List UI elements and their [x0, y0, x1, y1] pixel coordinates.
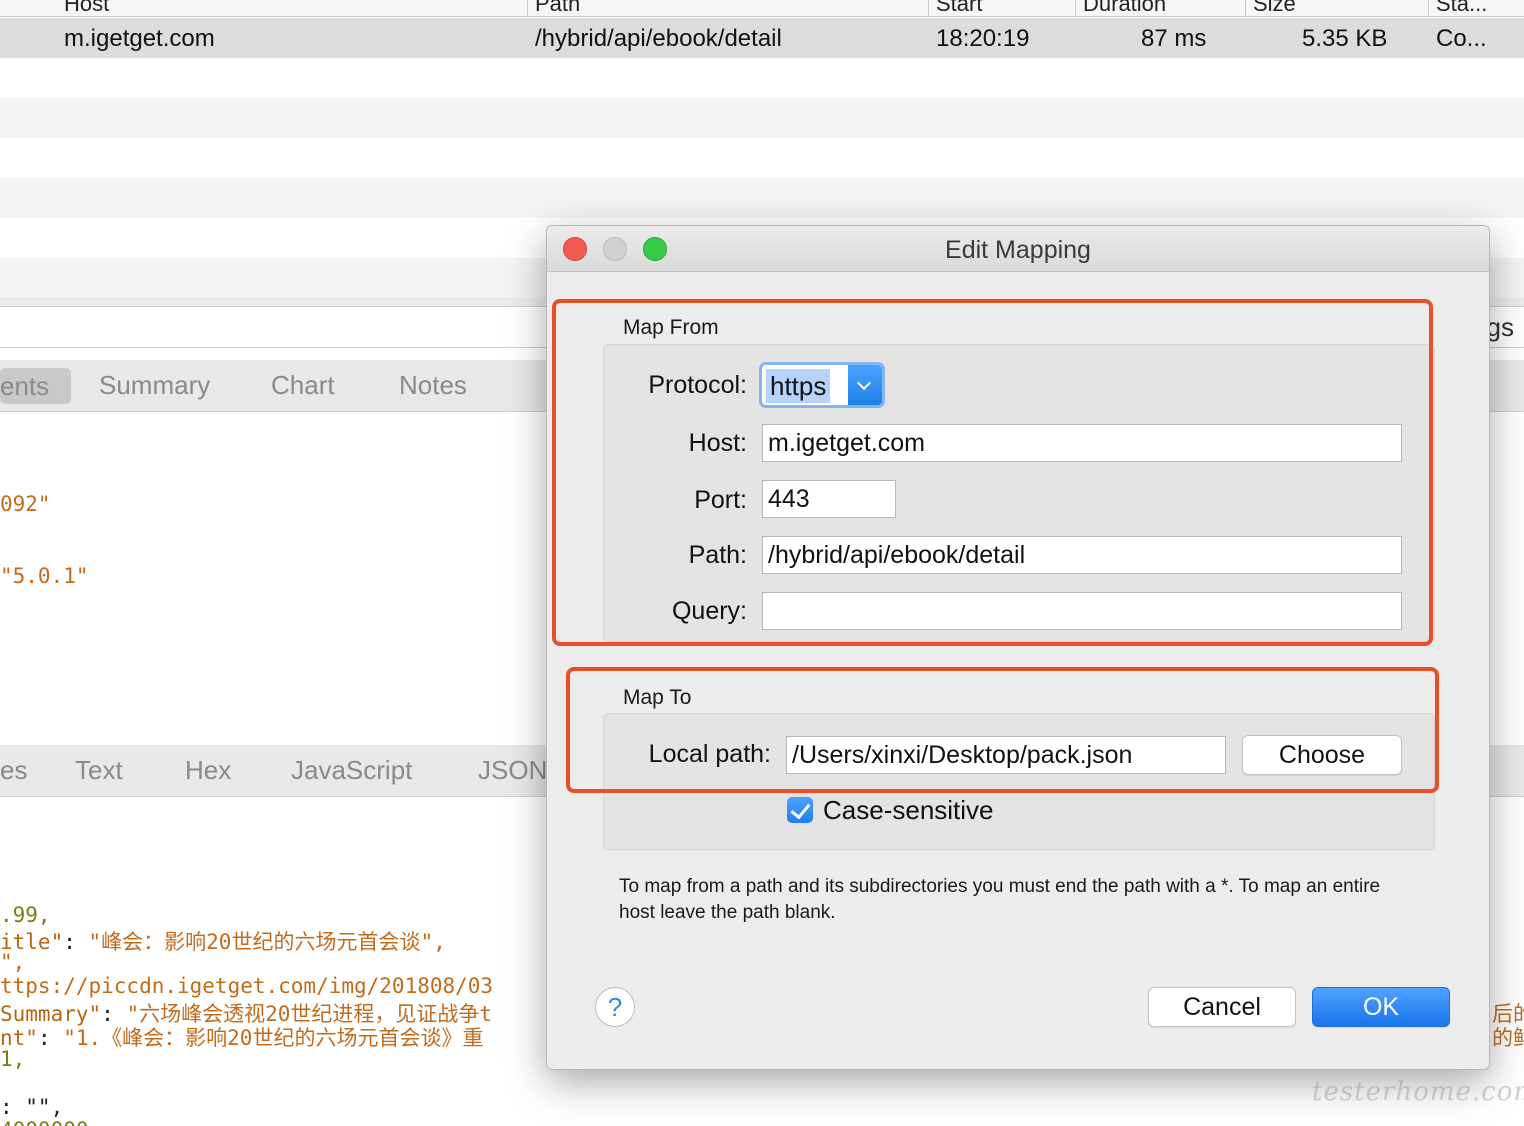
col-header-duration[interactable]: Duration: [1083, 0, 1166, 16]
code-line: 092": [0, 492, 51, 516]
help-button[interactable]: ?: [595, 987, 635, 1027]
code-line: itle": "峰会：影响20世纪的六场元首会谈",: [0, 930, 446, 954]
cell-size: 5.35 KB: [1302, 25, 1388, 52]
column-separator[interactable]: [527, 0, 528, 16]
col-header-start[interactable]: Start: [936, 0, 982, 16]
table-row[interactable]: [0, 178, 1524, 218]
code-line: ttps://piccdn.igetget.com/img/201808/03: [0, 974, 494, 998]
code-line: : "",: [0, 1095, 64, 1119]
settings-fragment: gs: [1486, 312, 1514, 342]
col-header-host[interactable]: Host: [64, 0, 109, 16]
dialog-titlebar[interactable]: Edit Mapping: [547, 226, 1489, 272]
table-row-selected[interactable]: m.igetget.com /hybrid/api/ebook/detail 1…: [0, 18, 1524, 58]
table-header: Host Path Start Duration Size Sta...: [0, 0, 1524, 17]
tab-summary[interactable]: Summary: [99, 370, 210, 401]
col-header-status[interactable]: Sta...: [1436, 0, 1487, 16]
column-separator[interactable]: [928, 0, 929, 16]
table-row[interactable]: [0, 98, 1524, 138]
tab-javascript[interactable]: JavaScript: [291, 755, 412, 786]
column-separator[interactable]: [1075, 0, 1076, 16]
annotation-box-map-to: [566, 667, 1439, 793]
case-sensitive-label[interactable]: Case-sensitive: [823, 795, 994, 826]
cell-status: Co...: [1436, 25, 1487, 52]
dialog-title: Edit Mapping: [945, 236, 1091, 264]
cell-duration: 87 ms: [1141, 25, 1207, 52]
cancel-button[interactable]: Cancel: [1148, 987, 1296, 1027]
column-separator[interactable]: [1245, 0, 1246, 16]
ok-button[interactable]: OK: [1312, 987, 1450, 1027]
code-line: 1,: [0, 1047, 26, 1071]
watermark: testerhome.com: [1312, 1077, 1524, 1107]
cell-path: /hybrid/api/ebook/detail: [535, 25, 782, 52]
annotation-box-map-from: [552, 299, 1433, 646]
code-line: ",: [0, 950, 26, 974]
code-line: "5.0.1": [0, 564, 89, 588]
code-line: .99,: [0, 903, 51, 927]
tab-hex[interactable]: Hex: [185, 755, 231, 786]
mapping-hint: To map from a path and its subdirectorie…: [619, 876, 1381, 923]
cell-host: m.igetget.com: [64, 25, 215, 52]
tab-notes[interactable]: Notes: [399, 370, 467, 401]
code-line: 4000000: [0, 1118, 89, 1126]
table-row[interactable]: [0, 58, 1524, 98]
tab-text[interactable]: Text: [75, 755, 123, 786]
cell-start: 18:20:19: [936, 25, 1030, 52]
col-header-size[interactable]: Size: [1253, 0, 1296, 16]
tab-chart[interactable]: Chart: [271, 370, 335, 401]
tab-contents[interactable]: ents: [0, 368, 72, 404]
tab-json[interactable]: JSON: [478, 755, 547, 786]
code-line: nt": "1.《峰会：影响20世纪的六场元首会谈》重: [0, 1026, 484, 1050]
code-fragment-right: 的鲜: [1492, 1026, 1524, 1050]
column-separator[interactable]: [1428, 0, 1429, 16]
tab-headers[interactable]: es: [0, 755, 27, 786]
case-sensitive-checkbox[interactable]: [787, 797, 813, 823]
table-row[interactable]: [0, 138, 1524, 178]
col-header-path[interactable]: Path: [535, 0, 580, 16]
